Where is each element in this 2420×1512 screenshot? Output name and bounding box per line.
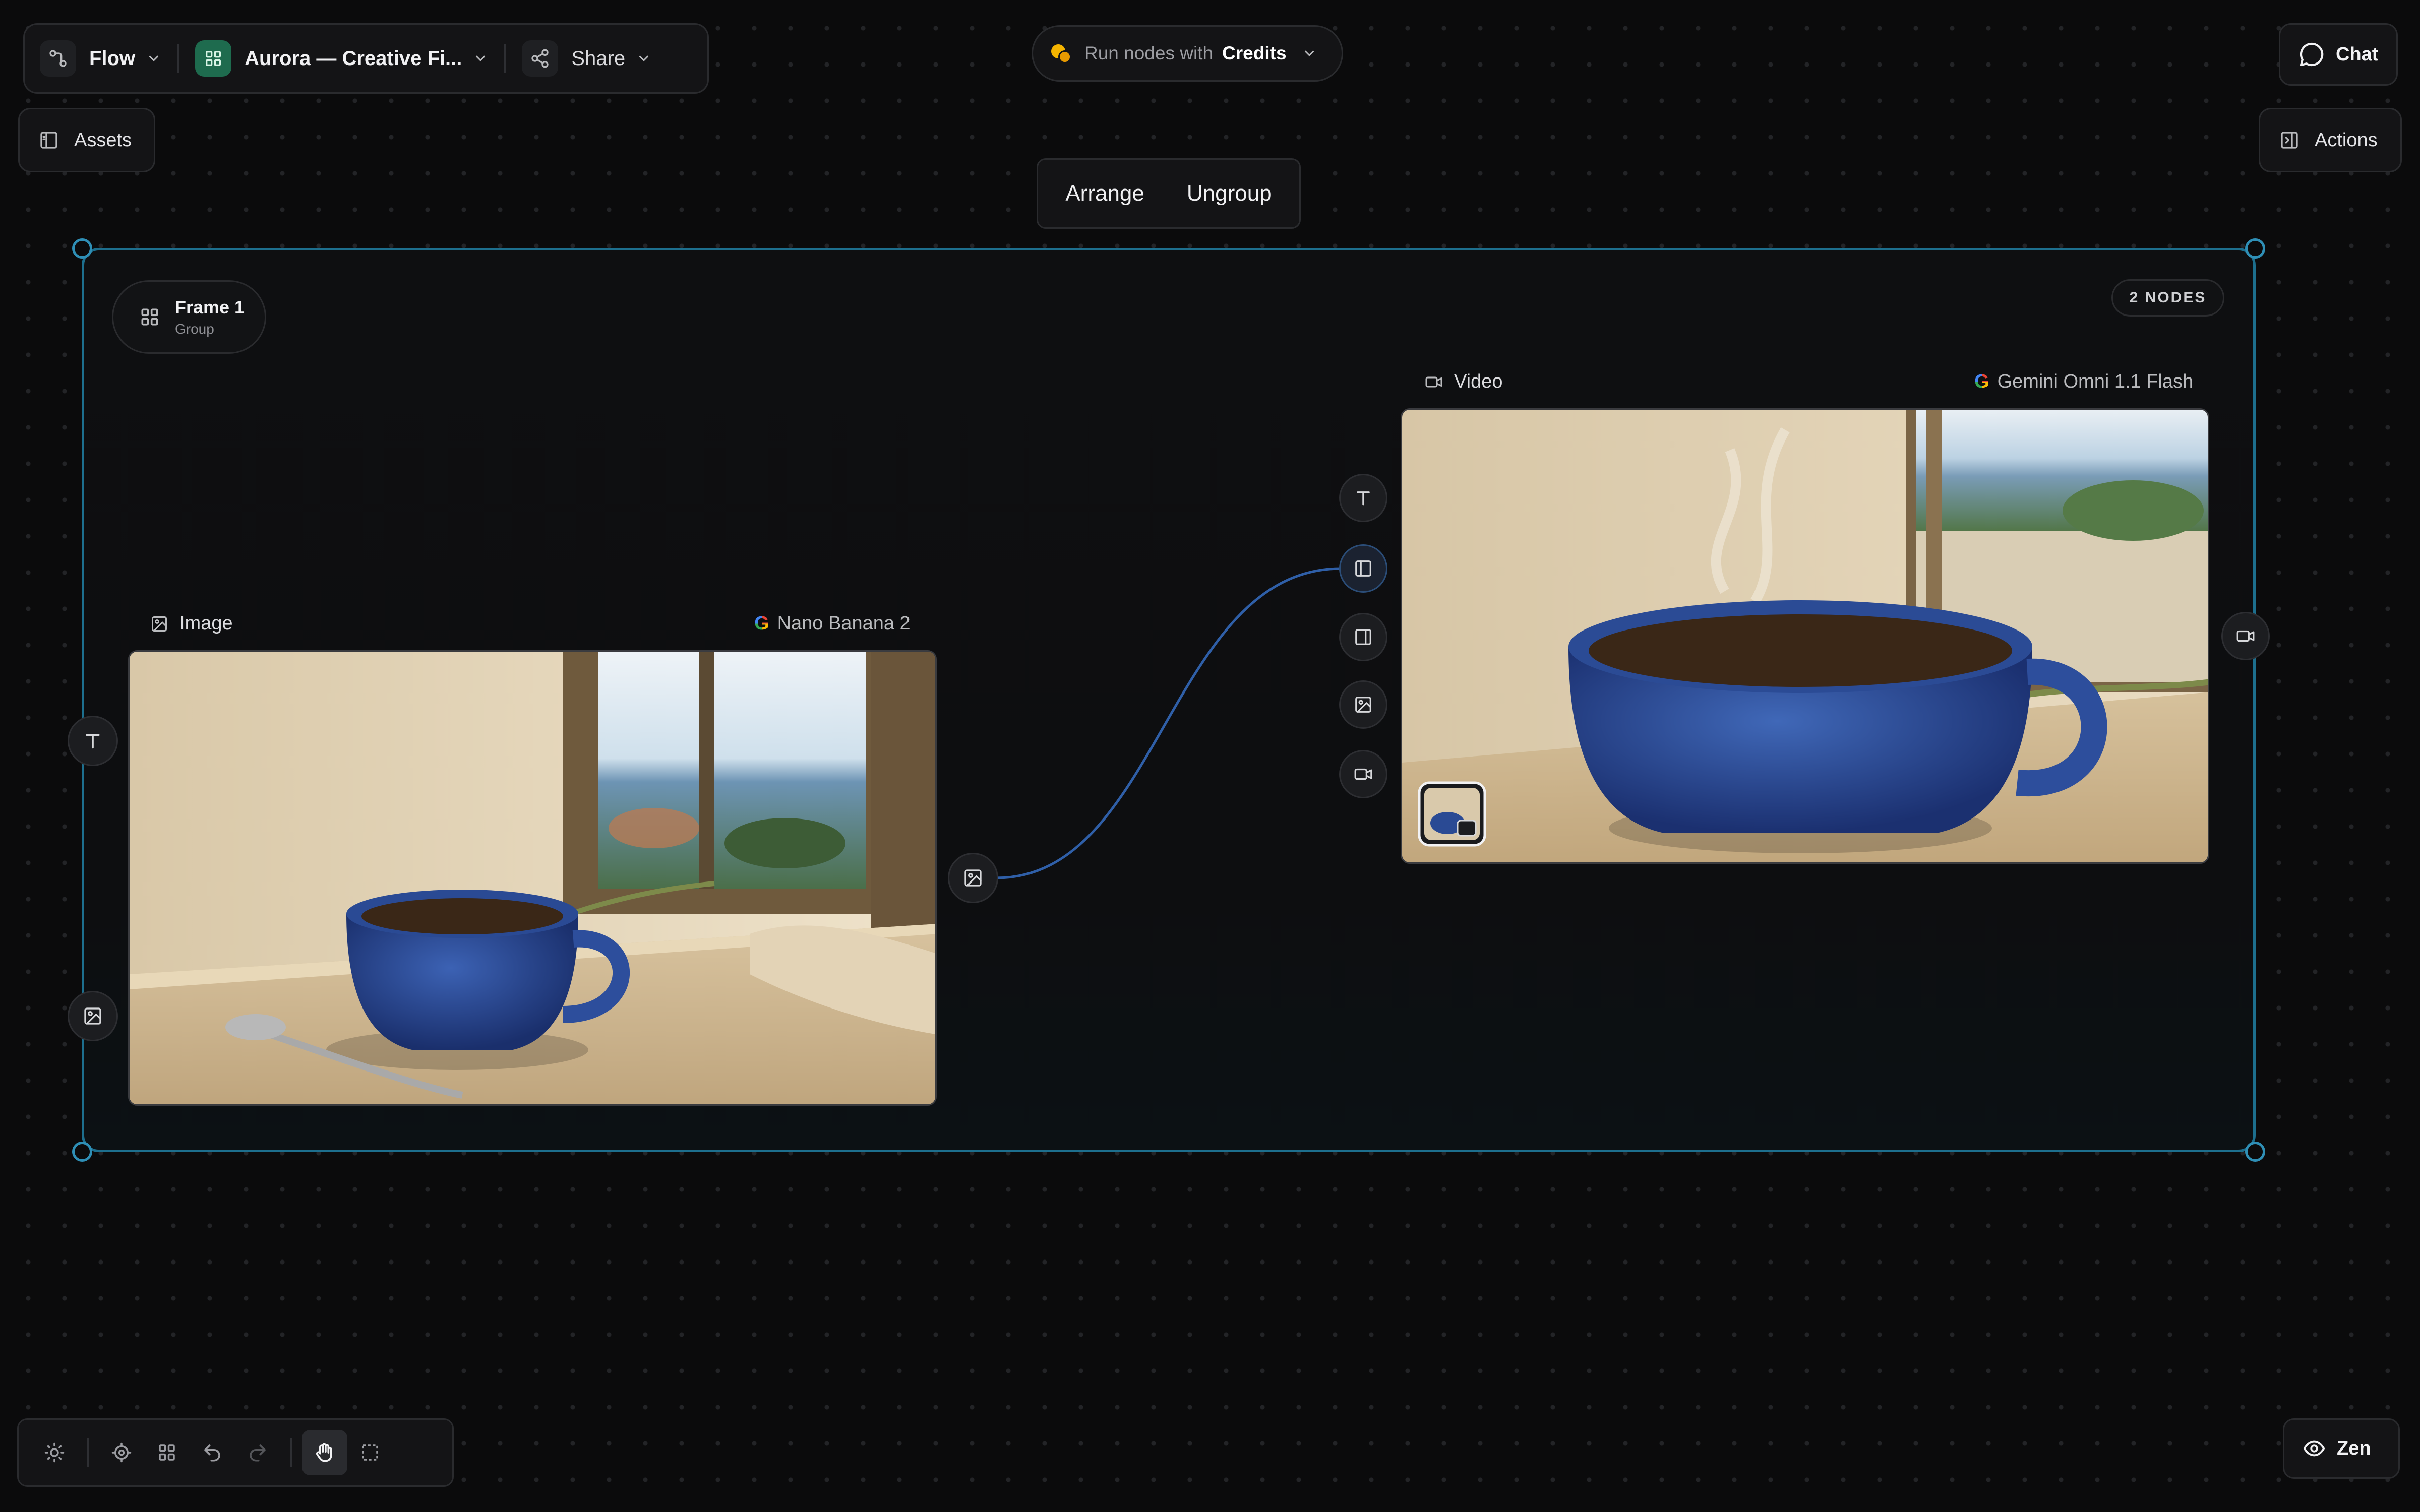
text-input-port[interactable]: [68, 716, 118, 766]
video-node-preview[interactable]: [1401, 408, 2209, 864]
video-icon: [1425, 376, 1442, 387]
redo-button[interactable]: [235, 1430, 280, 1475]
marquee-icon: [362, 1444, 378, 1461]
select-tool-button[interactable]: [347, 1430, 393, 1475]
video-text-input-port[interactable]: [1339, 474, 1387, 522]
image-input-port[interactable]: [68, 991, 118, 1041]
image-icon: [1355, 697, 1371, 713]
video-icon: [1354, 768, 1372, 780]
video-first-frame-port[interactable]: [1339, 544, 1387, 593]
redo-icon: [250, 1444, 266, 1462]
grid-icon: [159, 1444, 175, 1461]
undo-button[interactable]: [190, 1430, 235, 1475]
image-icon: [964, 869, 982, 887]
coffee-cup-video-frame: [1402, 410, 2208, 862]
bottom-toolbar: [17, 1418, 454, 1487]
sun-icon: [44, 1442, 65, 1463]
zen-label: Zen: [2337, 1437, 2371, 1459]
fit-view-button[interactable]: [99, 1430, 144, 1475]
image-icon: [152, 616, 167, 632]
image-output-port[interactable]: [948, 853, 998, 903]
divider: [290, 1438, 292, 1467]
pan-tool-button[interactable]: [302, 1430, 347, 1475]
google-icon: G: [754, 613, 769, 634]
panel-right-icon: [1355, 629, 1371, 645]
eye-icon: [2303, 1440, 2325, 1457]
target-icon: [111, 1442, 132, 1463]
theme-toggle-button[interactable]: [32, 1430, 77, 1475]
video-node-type: Video: [1425, 371, 1503, 393]
video-image-input-port[interactable]: [1339, 680, 1387, 729]
image-icon: [84, 1007, 101, 1025]
video-node-model: G Gemini Omni 1.1 Flash: [1974, 371, 2193, 393]
panel-left-icon: [1355, 560, 1371, 577]
grid-view-button[interactable]: [144, 1430, 190, 1475]
text-icon: [86, 734, 100, 749]
video-node-label: Video: [1454, 371, 1503, 392]
undo-icon: [204, 1444, 220, 1462]
image-node-type: Image: [150, 613, 233, 635]
image-node-label: Image: [179, 613, 233, 634]
image-model-label: Nano Banana 2: [777, 613, 911, 634]
video-last-frame-port[interactable]: [1339, 613, 1387, 661]
video-video-input-port[interactable]: [1339, 750, 1387, 798]
image-node-preview[interactable]: [128, 650, 937, 1106]
text-icon: [1357, 491, 1370, 506]
video-model-label: Gemini Omni 1.1 Flash: [1997, 371, 2194, 392]
coffee-cup-image: [130, 652, 935, 1104]
google-icon: G: [1974, 371, 1989, 392]
video-output-port[interactable]: [2221, 612, 2270, 660]
video-icon: [2236, 630, 2255, 642]
divider: [87, 1438, 89, 1467]
hand-icon: [316, 1443, 332, 1462]
image-node-model: G Nano Banana 2: [754, 613, 911, 635]
zen-mode-button[interactable]: Zen: [2283, 1418, 2400, 1479]
